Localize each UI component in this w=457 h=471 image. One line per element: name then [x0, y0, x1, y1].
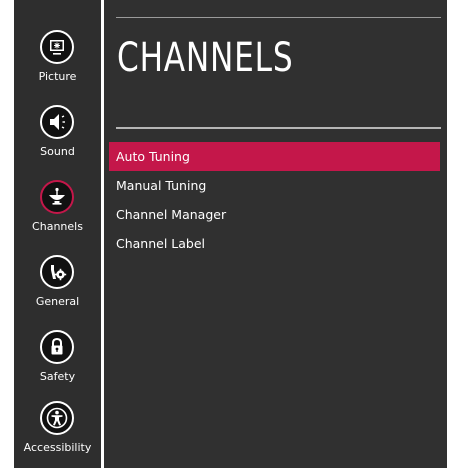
settings-sidebar: Picture Sound Channels General Safety Ac…: [14, 0, 101, 468]
menu-item-channel-manager[interactable]: Channel Manager: [109, 200, 440, 229]
menu-item-auto-tuning[interactable]: Auto Tuning: [109, 142, 440, 171]
monitor-icon: [40, 30, 74, 64]
channels-menu: Auto Tuning Manual Tuning Channel Manage…: [109, 142, 440, 258]
menu-item-manual-tuning[interactable]: Manual Tuning: [109, 171, 440, 200]
sidebar-item-accessibility[interactable]: Accessibility: [14, 401, 101, 471]
accessibility-person-icon: [40, 401, 74, 435]
sidebar-item-picture[interactable]: Picture: [14, 30, 101, 100]
tools-gear-icon: [40, 255, 74, 289]
sidebar-item-label: Sound: [40, 145, 75, 158]
menu-item-channel-label[interactable]: Channel Label: [109, 229, 440, 258]
sidebar-item-channels[interactable]: Channels: [14, 180, 101, 250]
sidebar-item-sound[interactable]: Sound: [14, 105, 101, 175]
page-title: CHANNELS: [117, 35, 294, 81]
sidebar-item-safety[interactable]: Safety: [14, 330, 101, 400]
sidebar-item-general[interactable]: General: [14, 255, 101, 325]
channels-panel: CHANNELS Auto Tuning Manual Tuning Chann…: [104, 0, 447, 468]
sidebar-item-label: Safety: [39, 370, 76, 383]
lock-icon: [40, 330, 74, 364]
title-divider: [116, 127, 441, 129]
satellite-dish-icon: [40, 180, 74, 214]
speaker-icon: [40, 105, 74, 139]
top-divider: [116, 17, 441, 18]
sidebar-item-label: General: [35, 295, 80, 308]
tv-settings-screen: Picture Sound Channels General Safety Ac…: [0, 0, 457, 468]
sidebar-item-label: Channels: [32, 220, 83, 233]
sidebar-item-label: Accessibility: [23, 441, 92, 454]
sidebar-item-label: Picture: [38, 70, 77, 83]
